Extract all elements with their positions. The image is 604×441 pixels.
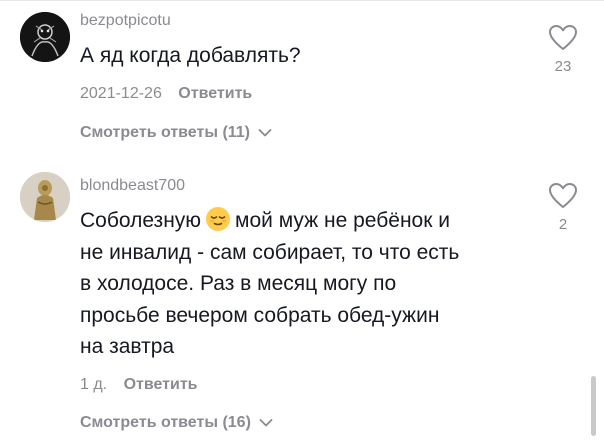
comment-text-line: просьбе вечером собрать обед-ужин <box>80 303 440 327</box>
comment-item: blondbeast700 Соболезную мой муж не ребё… <box>0 160 604 441</box>
like-count: 23 <box>554 58 572 75</box>
heart-outline-icon <box>549 183 577 208</box>
scrollbar-thumb[interactable] <box>591 376 596 436</box>
comment-text-line: на завтра <box>80 335 175 358</box>
comment-username[interactable]: blondbeast700 <box>80 177 185 195</box>
like-count: 2 <box>558 216 568 233</box>
heart-outline-icon <box>549 25 577 50</box>
comment-text-part: Соболезную <box>80 209 202 232</box>
comment-meta: 2021-12-26 Ответить <box>80 85 252 103</box>
view-replies-button[interactable]: Смотреть ответы (11) <box>80 124 272 142</box>
reply-button[interactable]: Ответить <box>178 85 252 102</box>
comment-text-line: Соболезную мой муж не ребёнок и <box>80 205 450 237</box>
chevron-down-icon <box>259 418 273 427</box>
view-replies-label: Смотреть ответы (11) <box>80 124 251 141</box>
chevron-down-icon <box>259 128 272 137</box>
relieved-face-emoji-icon <box>206 207 231 231</box>
comment-username[interactable]: bezpotpicotu <box>80 12 171 30</box>
comments-screen: bezpotpicotu А яд когда добавлять? 2021-… <box>0 0 604 441</box>
comment-meta: 1 д. Ответить <box>80 376 198 394</box>
view-replies-button[interactable]: Смотреть ответы (16) <box>80 414 273 432</box>
figurine-avatar-icon[interactable] <box>20 172 70 222</box>
like-button[interactable]: 2 <box>543 182 583 233</box>
reply-button[interactable]: Ответить <box>124 376 198 393</box>
comment-date: 2021-12-26 <box>80 85 162 102</box>
comment-text: А яд когда добавлять? <box>80 44 301 67</box>
comment-item: bezpotpicotu А яд когда добавлять? 2021-… <box>0 0 604 160</box>
comment-date: 1 д. <box>80 376 108 393</box>
view-replies-label: Смотреть ответы (16) <box>80 414 251 431</box>
comment-text-part: мой муж не ребёнок и <box>235 209 450 232</box>
like-button[interactable]: 23 <box>543 24 583 75</box>
comment-text-line: в холодосе. Раз в месяц могу по <box>80 272 397 295</box>
dark-avatar-icon[interactable] <box>20 12 70 62</box>
comment-text-line: не инвалид - сам собирает, то что есть <box>80 240 460 264</box>
